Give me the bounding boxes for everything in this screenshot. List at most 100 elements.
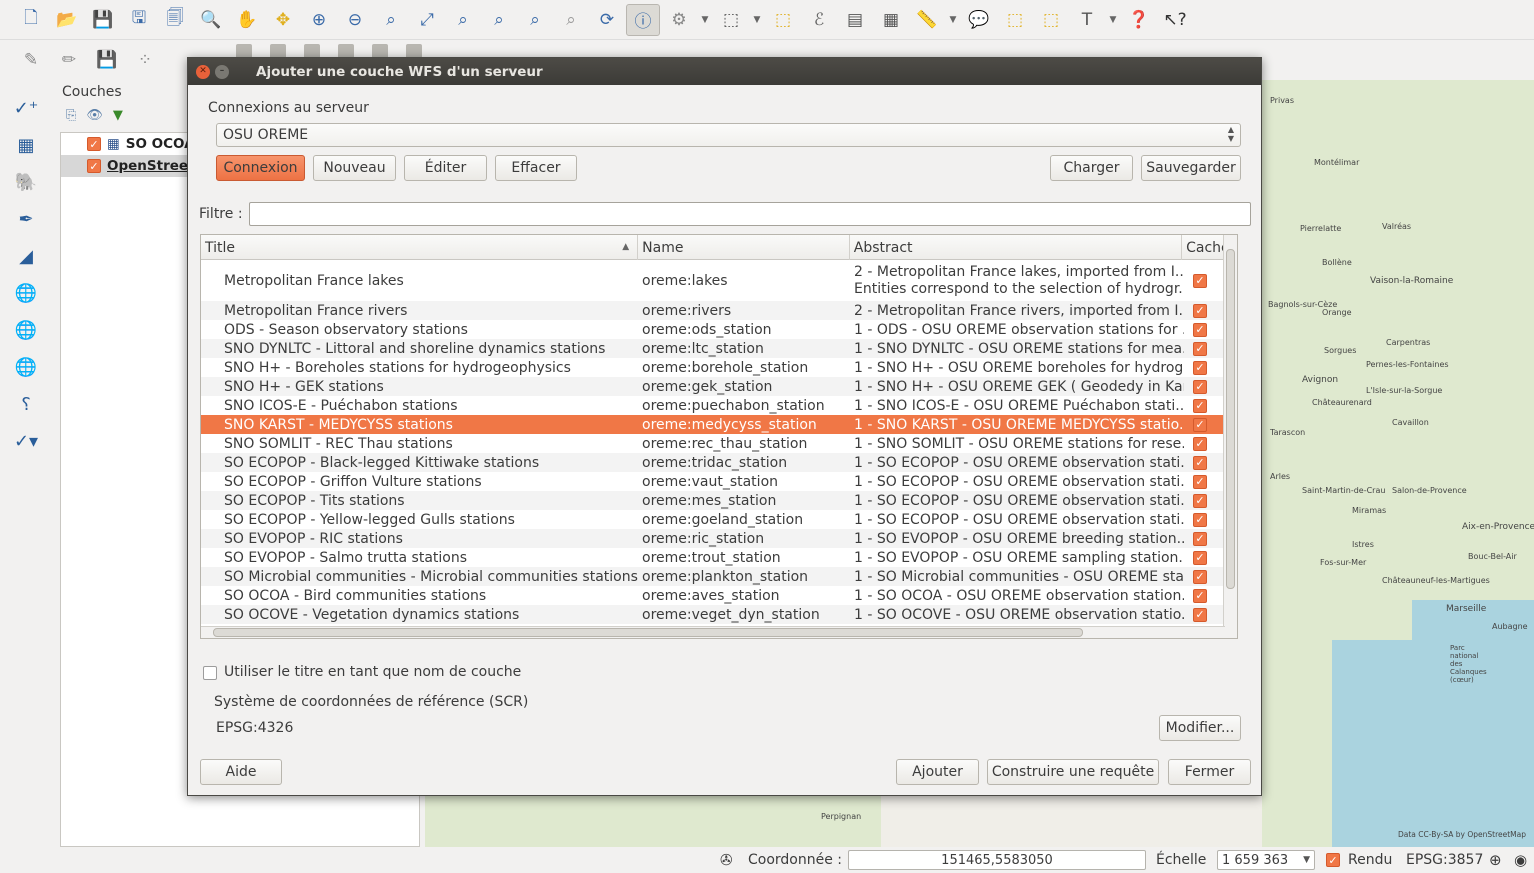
server-connection-select[interactable]: OSU OREME ▲ ▼ [216,123,1241,147]
vertical-scroll-thumb[interactable] [1226,249,1235,589]
coordinate-field[interactable]: 151465,5583050 [848,850,1146,870]
cache-checkbox[interactable]: ✓ [1193,303,1207,318]
table-row[interactable]: SO ECOPOP - Tits stations oreme:mes_stati… [201,491,1237,510]
table-row[interactable]: SO OCOVE - Vegetation dynamics stations o… [201,605,1237,624]
deselect-icon[interactable]: ⬚ [766,4,800,36]
modify-crs-button[interactable]: Modifier... [1159,715,1241,741]
help-icon[interactable]: ❓ [1122,4,1156,36]
cache-checkbox[interactable]: ✓ [1193,512,1207,527]
table-row[interactable]: SNO KARST - MEDYCYSS stations oreme:medyc… [201,415,1237,434]
cache-checkbox[interactable]: ✓ [1193,417,1207,432]
refresh-icon[interactable]: ⟳ [590,4,624,36]
cache-checkbox[interactable]: ✓ [1193,379,1207,394]
table-row[interactable]: SO ECOPOP - Yellow-legged Gulls stations… [201,510,1237,529]
chevron-down-icon[interactable]: ▼ [698,4,712,36]
add-delimited-text-layer-icon[interactable]: ⸮ [6,388,46,421]
table-row[interactable]: SNO ICOS-E - Puéchabon stations oreme:pue… [201,396,1237,415]
save-as-icon[interactable]: 🖫 [122,4,156,36]
table-row[interactable]: SO EVOPOP - RIC stations oreme:ric_statio… [201,529,1237,548]
add-spatialite-layer-icon[interactable]: ✒ [6,203,46,236]
layer-visibility-checkbox[interactable]: ✓ [87,137,101,151]
zoom-next-icon[interactable]: ⌕ [554,4,588,36]
attribute-table-icon[interactable]: ▤ [838,4,872,36]
open-project-icon[interactable]: 📂 [50,4,84,36]
help-button[interactable]: Aide [200,759,282,785]
identify-icon[interactable]: ⓘ [626,3,660,36]
delete-connection-button[interactable]: Effacer [495,155,577,181]
table-row[interactable]: Metropolitan France rivers oreme:rivers 2 … [201,301,1237,320]
new-connection-button[interactable]: Nouveau [313,155,396,181]
add-feature-icon[interactable]: ⁘ [128,44,162,76]
cache-checkbox[interactable]: ✓ [1193,569,1207,584]
add-button[interactable]: Ajouter [896,759,979,785]
add-raster-layer-icon[interactable]: ▦ [6,129,46,162]
new-bookmark-icon[interactable]: ⬚ [998,4,1032,36]
cache-checkbox[interactable]: ✓ [1193,531,1207,546]
column-header-title[interactable]: Title ▲ [201,235,639,260]
table-row[interactable]: SNO H+ - Boreholes stations for hydrogeo… [201,358,1237,377]
table-row[interactable]: SNO SOMLIT - REC Thau stations oreme:rec_… [201,434,1237,453]
add-group-icon[interactable]: ⎘ [66,108,76,123]
use-title-checkbox[interactable] [203,666,217,680]
map-canvas-bottom[interactable]: Perpignan [425,796,881,847]
close-button[interactable]: Fermer [1168,759,1251,785]
layer-visibility-checkbox[interactable]: ✓ [87,159,101,173]
current-edits-icon[interactable]: ✎ [14,44,48,76]
add-wcs-layer-icon[interactable]: 🌐 [6,314,46,347]
column-header-abstract[interactable]: Abstract [850,235,1183,260]
table-row[interactable]: SNO H+ - GEK stations oreme:gek_station 1 … [201,377,1237,396]
map-tips-icon[interactable]: 💬 [962,4,996,36]
table-row[interactable]: SO ECOPOP - Griffon Vulture stations orem… [201,472,1237,491]
cache-checkbox[interactable]: ✓ [1193,588,1207,603]
cache-checkbox[interactable]: ✓ [1193,322,1207,337]
map-canvas[interactable]: Privas Montélimar Valréas Pierrelatte Va… [1262,80,1534,847]
cache-checkbox[interactable]: ✓ [1193,607,1207,622]
cache-checkbox[interactable]: ✓ [1193,436,1207,451]
chevron-down-icon[interactable]: ▼ [946,4,960,36]
horizontal-scroll-thumb[interactable] [213,628,1083,637]
vertical-scrollbar[interactable] [1223,235,1237,638]
filter-legend-icon[interactable]: ▼ [113,108,123,123]
field-calculator-icon[interactable]: ℰ [802,4,836,36]
cache-checkbox[interactable]: ✓ [1193,273,1207,288]
table-row[interactable]: SNO DYNLTC - Littoral and shoreline dyna… [201,339,1237,358]
new-shapefile-layer-icon[interactable]: ✓▾ [6,425,46,458]
crs-globe-icon[interactable]: ⊕ [1489,851,1502,869]
table-row[interactable]: SO ECOPOP - Black-legged Kittiwake stati… [201,453,1237,472]
show-bookmarks-icon[interactable]: ⬚ [1034,4,1068,36]
text-annotation-icon[interactable]: T [1070,4,1104,36]
column-header-name[interactable]: Name [638,235,850,260]
toggle-editing-icon[interactable]: ✏ [52,44,86,76]
table-row[interactable]: SO OCOA - Bird communities stations oreme… [201,586,1237,605]
horizontal-scrollbar[interactable] [201,626,1225,638]
composer-manager-icon[interactable]: 🔍 [194,4,228,36]
minimize-window-icon[interactable]: – [215,64,229,79]
zoom-full-icon[interactable]: ⤢ [410,4,444,36]
zoom-selection-icon[interactable]: ⌕ [446,4,480,36]
new-print-composer-icon[interactable]: 🗐 [158,4,192,36]
crs-status-label[interactable]: EPSG:3857 [1406,852,1483,868]
zoom-native-icon[interactable]: ⌕ [374,4,408,36]
whats-this-icon[interactable]: ↖? [1158,4,1192,36]
pan-to-selection-icon[interactable]: ✥ [266,4,300,36]
measure-icon[interactable]: 📏 [910,4,944,36]
log-messages-icon[interactable]: ◉ [1514,851,1527,869]
statistics-icon[interactable]: ▦ [874,4,908,36]
pan-icon[interactable]: ✋ [230,4,264,36]
messages-icon[interactable]: ✇ [720,851,733,869]
add-mssql-layer-icon[interactable]: ◢ [6,240,46,273]
zoom-layer-icon[interactable]: ⌕ [482,4,516,36]
edit-connection-button[interactable]: Éditer [404,155,487,181]
render-checkbox[interactable]: ✓ [1326,853,1340,867]
build-query-button[interactable]: Construire une requête [987,759,1159,785]
add-wfs-layer-icon[interactable]: 🌐 [6,351,46,384]
add-vector-layer-icon[interactable]: ✓⁺ [6,92,46,125]
zoom-out-icon[interactable]: ⊖ [338,4,372,36]
cache-checkbox[interactable]: ✓ [1193,455,1207,470]
cache-checkbox[interactable]: ✓ [1193,360,1207,375]
chevron-down-icon[interactable]: ▼ [750,4,764,36]
cache-checkbox[interactable]: ✓ [1193,550,1207,565]
scale-field[interactable]: 1 659 363 ▼ [1217,850,1315,870]
add-postgis-layer-icon[interactable]: 🐘 [6,166,46,199]
cache-checkbox[interactable]: ✓ [1193,493,1207,508]
